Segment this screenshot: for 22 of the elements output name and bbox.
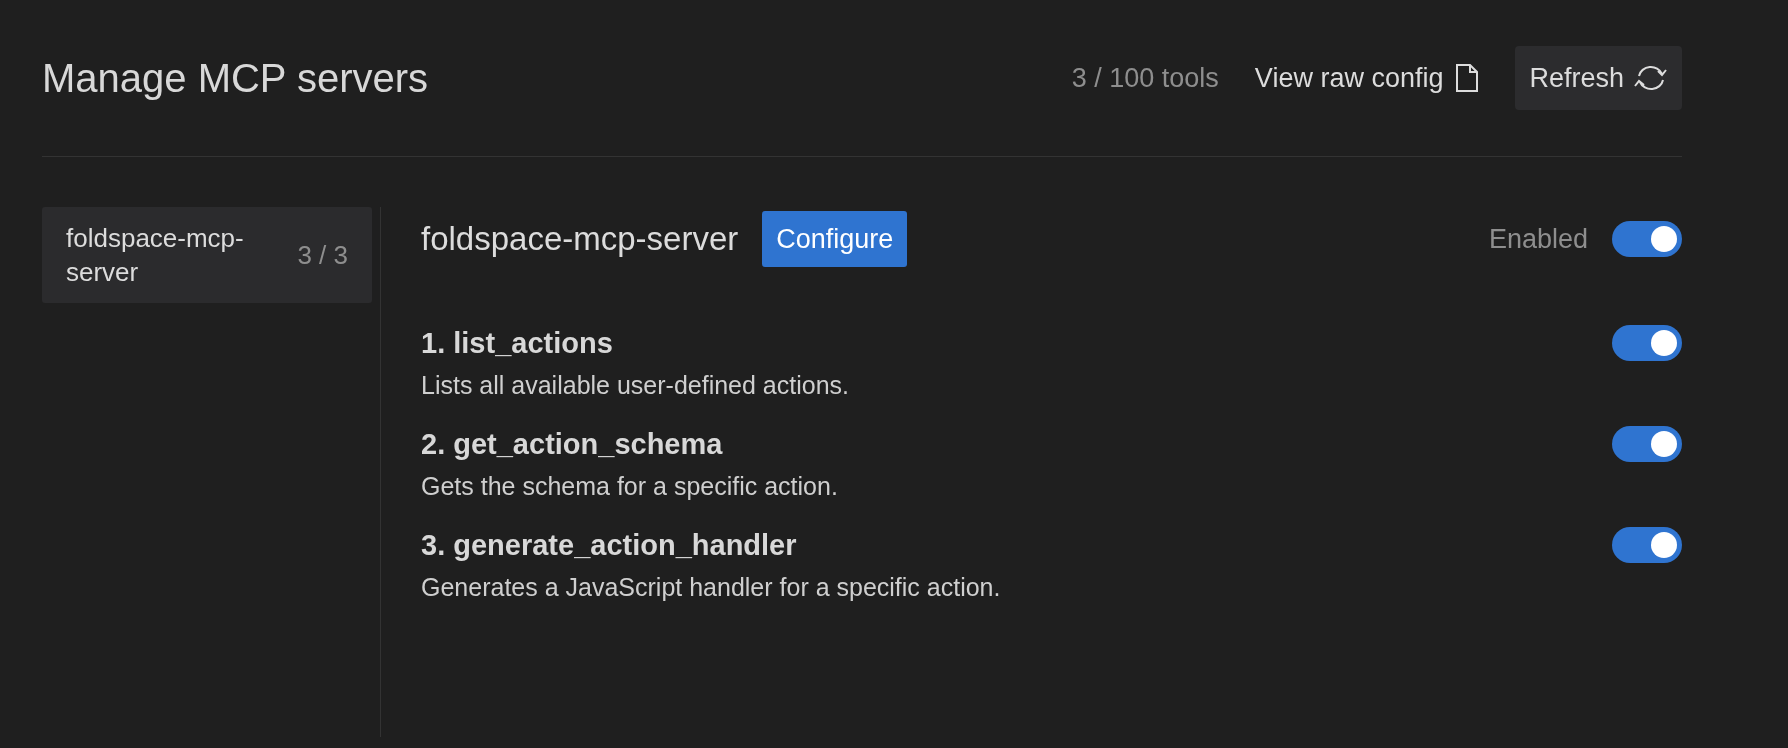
view-raw-config-button[interactable]: View raw config bbox=[1254, 62, 1480, 94]
document-icon bbox=[1455, 63, 1480, 93]
tool-description: Generates a JavaScript handler for a specific action. bbox=[421, 573, 1002, 602]
enabled-label: Enabled bbox=[1488, 223, 1588, 255]
tool-name: 3. generate_action_handler bbox=[421, 528, 798, 562]
page-title: Manage MCP servers bbox=[42, 55, 430, 101]
tool-count: 3 / 100 tools bbox=[1071, 62, 1219, 94]
tool-toggle[interactable] bbox=[1612, 426, 1682, 462]
tool-count: 3 / 3 bbox=[297, 239, 348, 271]
enabled-toggle[interactable] bbox=[1612, 221, 1682, 257]
tool-toggle[interactable] bbox=[1612, 325, 1682, 361]
tool-toggle[interactable] bbox=[1612, 527, 1682, 563]
server-title: foldspace-mcp-server bbox=[421, 220, 739, 258]
refresh-button[interactable]: Refresh bbox=[1515, 46, 1682, 110]
server-list-item[interactable]: foldspace-mcp-server 3 / 3 bbox=[42, 207, 372, 303]
refresh-icon bbox=[1634, 63, 1668, 93]
server-name: foldspace-mcp-server bbox=[66, 222, 245, 289]
tool-name: 1. list_actions bbox=[421, 326, 614, 360]
tool-description: Lists all available user-defined actions. bbox=[421, 371, 850, 400]
configure-button[interactable]: Configure bbox=[762, 211, 908, 267]
tool-name: 2. get_action_schema bbox=[421, 427, 724, 461]
tool-description: Gets the schema for a specific action. bbox=[421, 472, 839, 501]
